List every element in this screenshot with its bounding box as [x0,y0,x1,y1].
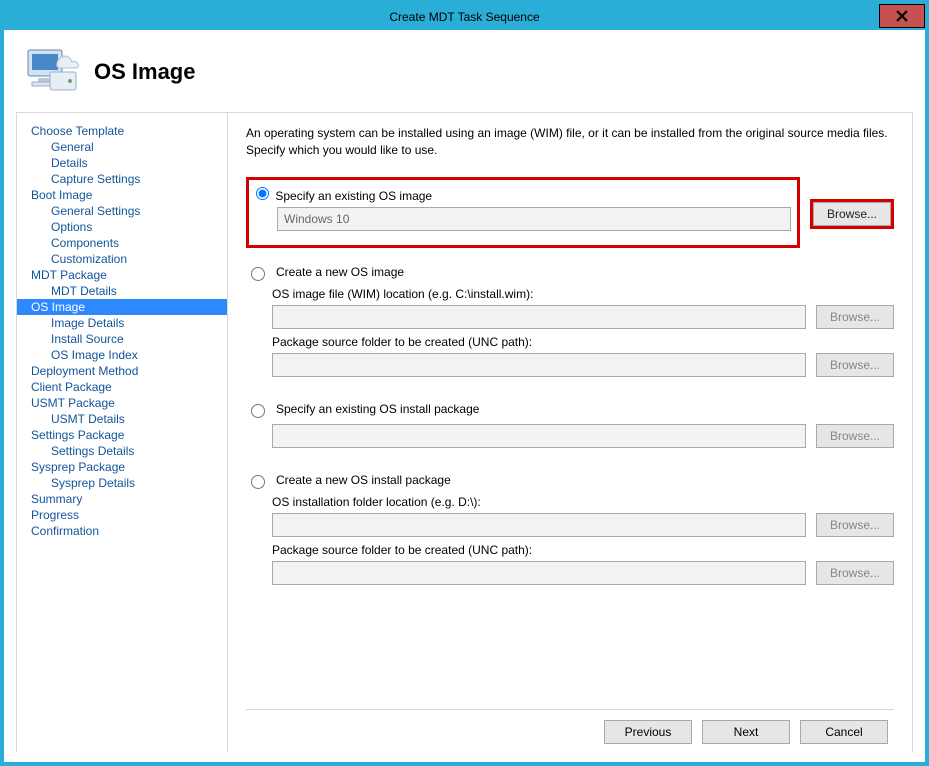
sidebar-item-settings-details[interactable]: Settings Details [17,443,227,459]
wim-location-input[interactable] [272,305,806,329]
opt3-label: Specify an existing OS install package [276,402,479,416]
browse-pkg-src-1-button[interactable]: Browse... [816,353,894,377]
sidebar-item-os-image-index[interactable]: OS Image Index [17,347,227,363]
titlebar: Create MDT Task Sequence [4,4,925,30]
cancel-button[interactable]: Cancel [800,720,888,744]
opt2-field2-label: Package source folder to be created (UNC… [272,335,894,349]
wizard-window: Create MDT Task Sequence OS Image Choose… [0,0,929,766]
sidebar-item-mdt-package[interactable]: MDT Package [17,267,227,283]
sidebar-item-confirmation[interactable]: Confirmation [17,523,227,539]
opt1-highlight: Specify an existing OS image [246,177,800,248]
page-title: OS Image [94,59,195,85]
sidebar-item-details[interactable]: Details [17,155,227,171]
opt4-block: Create a new OS install package OS insta… [246,472,894,591]
close-icon [896,10,908,22]
sidebar-item-image-details[interactable]: Image Details [17,315,227,331]
opt4-label: Create a new OS install package [276,473,451,487]
opt3-block: Specify an existing OS install package B… [246,401,894,454]
sidebar-item-general[interactable]: General [17,139,227,155]
sidebar-item-usmt-package[interactable]: USMT Package [17,395,227,411]
header: OS Image [16,42,913,112]
sidebar-item-install-source[interactable]: Install Source [17,331,227,347]
window-title: Create MDT Task Sequence [389,10,539,24]
pkg-src-input-1[interactable] [272,353,806,377]
close-button[interactable] [879,4,925,28]
sidebar-item-choose-template[interactable]: Choose Template [17,123,227,139]
radio-create-image[interactable] [251,267,265,281]
sidebar-item-sysprep-package[interactable]: Sysprep Package [17,459,227,475]
opt1-field-row [251,207,791,231]
sidebar-item-sysprep-details[interactable]: Sysprep Details [17,475,227,491]
opt2-block: Create a new OS image OS image file (WIM… [246,264,894,383]
opt2-label: Create a new OS image [276,265,404,279]
sidebar-item-general-settings[interactable]: General Settings [17,203,227,219]
browse-pkg-src-2-button[interactable]: Browse... [816,561,894,585]
existing-install-pkg-input[interactable] [272,424,806,448]
sidebar-item-mdt-details[interactable]: MDT Details [17,283,227,299]
browse-existing-image-button[interactable]: Browse... [813,202,891,226]
sidebar-item-os-image[interactable]: OS Image [17,299,227,315]
radio-create-install-pkg[interactable] [251,475,265,489]
opt3-field-row: Browse... [246,424,894,448]
opt4-field1-row: Browse... [246,513,894,537]
opt2-radio-row: Create a new OS image [246,264,894,281]
opt2-field1-label: OS image file (WIM) location (e.g. C:\in… [272,287,894,301]
sidebar-item-capture-settings[interactable]: Capture Settings [17,171,227,187]
previous-button[interactable]: Previous [604,720,692,744]
main-panel: An operating system can be installed usi… [228,113,912,752]
footer: Previous Next Cancel [246,709,894,744]
opt1-label: Specify an existing OS image [275,189,432,203]
radio-existing-image[interactable] [256,187,269,200]
install-folder-input[interactable] [272,513,806,537]
opt4-field2-label: Package source folder to be created (UNC… [272,543,894,557]
sidebar-item-usmt-details[interactable]: USMT Details [17,411,227,427]
sidebar-item-deployment-method[interactable]: Deployment Method [17,363,227,379]
content-area: Choose TemplateGeneralDetailsCapture Set… [16,112,913,752]
opt1-browse-highlight: Browse... [810,199,894,229]
next-button[interactable]: Next [702,720,790,744]
computer-icon [22,46,80,98]
sidebar-item-progress[interactable]: Progress [17,507,227,523]
opt3-radio-row: Specify an existing OS install package [246,401,894,418]
sidebar-item-client-package[interactable]: Client Package [17,379,227,395]
opt4-radio-row: Create a new OS install package [246,472,894,489]
existing-image-input[interactable] [277,207,791,231]
radio-existing-install-pkg[interactable] [251,404,265,418]
body: OS Image Choose TemplateGeneralDetailsCa… [4,30,925,762]
opt2-field1-row: Browse... [246,305,894,329]
pkg-src-input-2[interactable] [272,561,806,585]
browse-wim-button[interactable]: Browse... [816,305,894,329]
sidebar-item-components[interactable]: Components [17,235,227,251]
sidebar: Choose TemplateGeneralDetailsCapture Set… [17,113,228,752]
opt2-field2-row: Browse... [246,353,894,377]
intro-text: An operating system can be installed usi… [246,125,894,159]
sidebar-item-settings-package[interactable]: Settings Package [17,427,227,443]
sidebar-item-summary[interactable]: Summary [17,491,227,507]
browse-existing-install-pkg-button[interactable]: Browse... [816,424,894,448]
browse-install-folder-button[interactable]: Browse... [816,513,894,537]
opt4-field2-row: Browse... [246,561,894,585]
opt1-radio-row: Specify an existing OS image [251,184,791,203]
sidebar-item-boot-image[interactable]: Boot Image [17,187,227,203]
opt4-field1-label: OS installation folder location (e.g. D:… [272,495,894,509]
sidebar-item-customization[interactable]: Customization [17,251,227,267]
opt1-row: Specify an existing OS image Browse... [246,177,894,252]
sidebar-item-options[interactable]: Options [17,219,227,235]
